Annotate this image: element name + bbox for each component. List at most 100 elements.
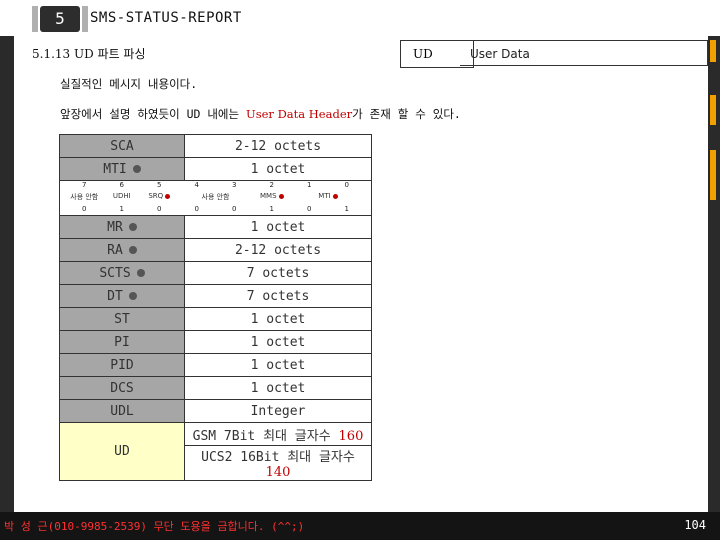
bit-label: 사용 안함 xyxy=(201,193,230,201)
bit-value: 0 xyxy=(82,205,87,213)
red-dot-icon xyxy=(165,193,171,199)
bit-number: 5 xyxy=(157,181,162,189)
page-number: 104 xyxy=(684,518,706,532)
bit-value: 0 xyxy=(307,205,312,213)
bit-label: UDHI xyxy=(112,192,131,200)
bit-value: 1 xyxy=(119,205,124,213)
bit-label: MMS xyxy=(253,192,291,202)
srq-label: SRQ xyxy=(148,192,164,200)
bit-value: 1 xyxy=(269,205,274,213)
row-key: RA xyxy=(59,238,185,262)
row-value: Integer xyxy=(184,399,372,423)
row-value: 1 octet xyxy=(184,353,372,377)
ucs2-max: 140 xyxy=(265,465,291,480)
table-row: PI 1 octet xyxy=(59,330,372,354)
table-row: SCA 2-12 octets xyxy=(59,134,372,158)
row-value: 7 octets xyxy=(184,261,372,285)
red-dot-icon xyxy=(278,193,284,199)
key-label: MTI xyxy=(103,161,127,177)
gsm-max: 160 xyxy=(338,428,364,444)
slide-frame: 5 SMS-STATUS-REPORT 5.1.13 UD 파트 파싱 UD U… xyxy=(0,0,720,540)
bit-value: 1 xyxy=(344,205,349,213)
gsm-label: GSM 7Bit 최대 글자수 xyxy=(192,428,339,444)
row-key: PI xyxy=(59,330,185,354)
row-key: DT xyxy=(59,284,185,308)
key-label: RA xyxy=(107,242,123,258)
row-value: 1 octet xyxy=(184,376,372,400)
bit-label-row: 사용 안함 UDHI SRQ 사용 안함 MMS MTI xyxy=(66,192,366,202)
row-value: 7 octets xyxy=(184,284,372,308)
table-row: UDL Integer xyxy=(59,399,372,423)
bullet-icon xyxy=(128,246,137,254)
copyright-notice: 박 성 근(010-9985-2539) 무단 도용을 금합니다. (^^;) xyxy=(4,520,305,533)
bit-number: 1 xyxy=(307,181,312,189)
bit-number: 0 xyxy=(344,181,349,189)
header-bar: 5 SMS-STATUS-REPORT xyxy=(0,0,720,36)
ud-key-cell: UD xyxy=(59,422,185,481)
row-value: 2-12 octets xyxy=(184,238,372,262)
pdu-structure-table: SCA 2-12 octets MTI 1 octet 7 6 5 4 3 2 … xyxy=(59,134,372,481)
bit-label: MTI xyxy=(291,192,366,202)
row-value: 1 octet xyxy=(184,330,372,354)
footer-bar: 박 성 근(010-9985-2539) 무단 도용을 금합니다. (^^;) … xyxy=(0,512,720,540)
table-row: DT 7 octets xyxy=(59,284,372,308)
row-key: DCS xyxy=(59,376,185,400)
bit-value: 0 xyxy=(157,205,162,213)
row-key: SCTS xyxy=(59,261,185,285)
row-value: 1 octet xyxy=(184,307,372,331)
bit-number: 2 xyxy=(269,181,274,189)
line2-highlight: User Data Header xyxy=(246,107,353,121)
row-key: MTI xyxy=(59,157,185,181)
bullet-icon xyxy=(128,292,137,300)
table-row: PID 1 octet xyxy=(59,353,372,377)
row-key: UDL xyxy=(59,399,185,423)
ud-gsm-cell: GSM 7Bit 최대 글자수 160 xyxy=(184,422,372,446)
bit-number: 7 xyxy=(82,181,87,189)
row-key: SCA xyxy=(59,134,185,158)
ud-value: User Data xyxy=(460,40,708,66)
row-key: ST xyxy=(59,307,185,331)
bit-value-row: 0 1 0 0 0 1 0 1 xyxy=(66,205,366,213)
table-row: RA 2-12 octets xyxy=(59,238,372,262)
line2-suffix: 가 존재 할 수 있다. xyxy=(352,107,461,121)
body-line-1: 실질적인 메시지 내용이다. xyxy=(60,77,198,91)
table-row: MR 1 octet xyxy=(59,215,372,239)
row-value: 1 octet xyxy=(184,157,372,181)
table-row: UD GSM 7Bit 최대 글자수 160 xyxy=(59,422,372,481)
side-tab xyxy=(710,95,716,125)
ucs2-label: UCS2 16Bit 최대 글자수 xyxy=(201,450,355,465)
key-label: SCA xyxy=(110,138,134,154)
side-tab xyxy=(710,150,716,200)
table-row: ST 1 octet xyxy=(59,307,372,331)
key-label: SCTS xyxy=(99,265,131,281)
key-label: MR xyxy=(107,219,123,235)
body-line-2: 앞장에서 설명 하였듯이 UD 내에는 User Data Header가 존재… xyxy=(60,106,461,122)
bit-number: 3 xyxy=(232,181,237,189)
table-row: MTI 1 octet xyxy=(59,157,372,181)
bit-number: 4 xyxy=(194,181,199,189)
row-key: PID xyxy=(59,353,185,377)
left-border xyxy=(0,36,14,516)
section-title: 5.1.13 UD 파트 파싱 xyxy=(32,47,146,61)
bit-value: 0 xyxy=(232,205,237,213)
bit-number-row: 7 6 5 4 3 2 1 0 xyxy=(66,181,366,189)
bullet-icon xyxy=(136,269,145,277)
row-value: 2-12 octets xyxy=(184,134,372,158)
bit-label: SRQ xyxy=(141,192,179,202)
chapter-number: 5 xyxy=(32,6,88,32)
row-value: 1 octet xyxy=(184,215,372,239)
right-border xyxy=(708,0,720,540)
document-title: SMS-STATUS-REPORT xyxy=(90,10,242,26)
bit-value: 0 xyxy=(194,205,199,213)
red-dot-icon xyxy=(332,193,338,199)
bit-detail-row: 7 6 5 4 3 2 1 0 사용 안함 UDHI SRQ 사용 안함 MMS… xyxy=(59,180,372,216)
bit-label: 사용 안함 xyxy=(70,193,99,201)
bullet-icon xyxy=(132,165,141,173)
key-label: DT xyxy=(107,288,123,304)
bit-diagram: 7 6 5 4 3 2 1 0 사용 안함 UDHI SRQ 사용 안함 MMS… xyxy=(66,181,366,215)
side-tab xyxy=(710,40,716,62)
bullet-icon xyxy=(128,223,137,231)
ud-ucs2-cell: UCS2 16Bit 최대 글자수 140 xyxy=(184,445,372,481)
bit-number: 6 xyxy=(119,181,124,189)
bit-detail-cell: 7 6 5 4 3 2 1 0 사용 안함 UDHI SRQ 사용 안함 MMS… xyxy=(59,180,372,216)
